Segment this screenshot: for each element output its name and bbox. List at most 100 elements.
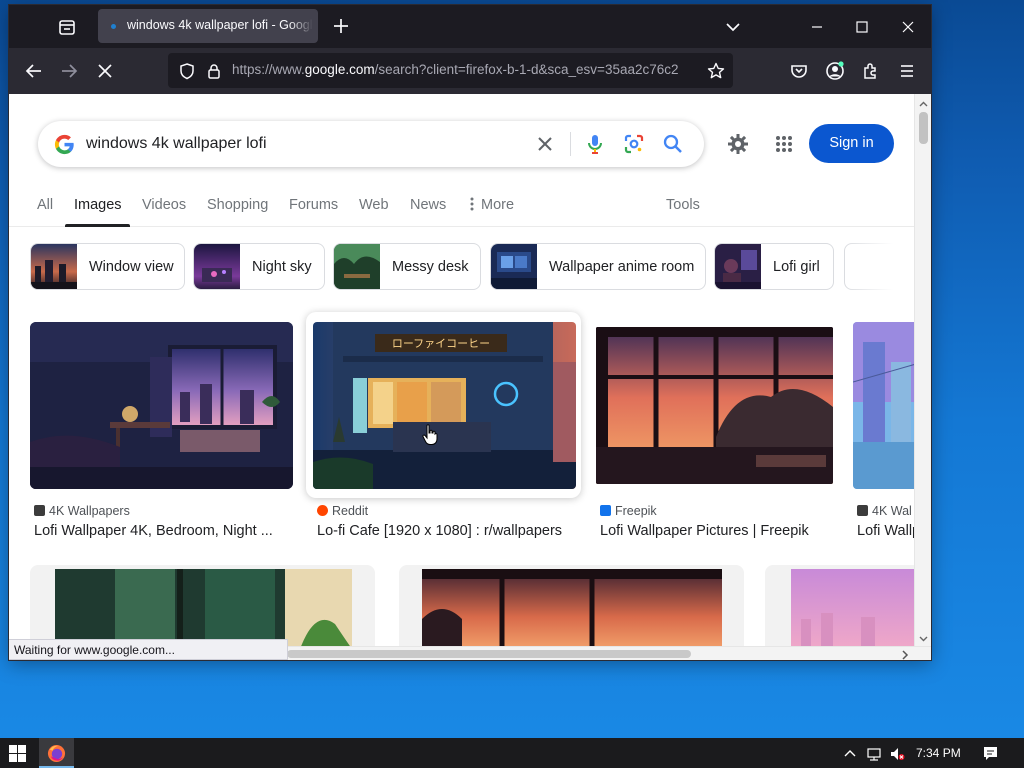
vertical-scrollbar[interactable] — [914, 94, 931, 646]
scroll-down-icon[interactable] — [918, 631, 929, 642]
result-source-label: 4K Wal — [872, 504, 912, 518]
tab-more[interactable]: More — [470, 197, 514, 215]
pocket-icon[interactable] — [788, 60, 810, 82]
chip-label: Night sky — [252, 259, 312, 275]
tools-button[interactable]: Tools — [666, 197, 700, 213]
lock-icon[interactable] — [205, 62, 223, 80]
apps-grid-icon[interactable] — [773, 133, 795, 155]
address-bar[interactable]: https://www.google.com/search?client=fir… — [168, 53, 733, 88]
result-image-pink-city[interactable] — [791, 569, 914, 646]
tab-forums[interactable]: Forums — [289, 197, 338, 213]
searchbox-divider — [570, 132, 571, 156]
windows-start-icon[interactable] — [9, 745, 26, 762]
4k-wallpapers-favicon-icon — [34, 505, 45, 516]
url-domain: google.com — [304, 62, 375, 77]
gear-icon[interactable] — [726, 132, 750, 156]
result-title[interactable]: Lofi Wallp — [857, 523, 914, 539]
back-button[interactable] — [23, 60, 45, 82]
chip-wallpaper-anime-room[interactable]: Wallpaper anime room — [490, 243, 706, 290]
chip-thumbnail — [31, 244, 77, 289]
vertical-scroll-thumb[interactable] — [919, 112, 928, 144]
active-tab-indicator — [65, 224, 130, 227]
tab-shopping[interactable]: Shopping — [207, 197, 268, 213]
chips-fade-overlay — [844, 243, 914, 290]
volume-muted-icon[interactable] — [889, 746, 905, 762]
firefox-taskbar-button[interactable] — [39, 738, 74, 768]
bookmark-star-icon[interactable] — [706, 61, 726, 81]
menu-icon[interactable] — [896, 60, 918, 82]
tracking-protection-shield-icon[interactable] — [178, 62, 196, 80]
chip-messy-desk[interactable]: Messy desk — [333, 243, 481, 290]
google-images-page: Sign in All Images Videos Shopping Forum… — [9, 94, 914, 646]
network-icon[interactable] — [866, 746, 882, 762]
result-title[interactable]: Lo-fi Cafe [1920 x 1080] : r/wallpapers — [317, 523, 582, 539]
chip-label: Window view — [89, 259, 174, 275]
result-image-partial[interactable] — [853, 322, 914, 489]
tab-web[interactable]: Web — [359, 197, 389, 213]
result-image-bedroom[interactable] — [30, 322, 293, 489]
chip-thumbnail — [194, 244, 240, 289]
freepik-favicon-icon — [600, 505, 611, 516]
result-source[interactable]: Reddit — [317, 504, 368, 518]
tab-google-search[interactable]: windows 4k wallpaper lofi - Google Searc… — [98, 9, 318, 43]
chip-night-sky[interactable]: Night sky — [193, 243, 325, 290]
result-title[interactable]: Lofi Wallpaper 4K, Bedroom, Night ... — [34, 523, 289, 539]
result-image-sunset-room[interactable] — [596, 327, 833, 484]
result-source[interactable]: Freepik — [600, 504, 657, 518]
url-text[interactable]: https://www.google.com/search?client=fir… — [232, 62, 700, 77]
status-panel: Waiting for www.google.com... — [9, 639, 288, 660]
horizontal-scroll-thumb[interactable] — [287, 650, 691, 658]
microphone-icon[interactable] — [583, 132, 607, 156]
tab-videos[interactable]: Videos — [142, 197, 186, 213]
stop-loading-button[interactable] — [94, 60, 116, 82]
maximize-button[interactable] — [851, 16, 873, 38]
clear-search-icon[interactable] — [534, 133, 556, 155]
scroll-up-icon[interactable] — [918, 97, 929, 108]
result-source-label: 4K Wallpapers — [49, 504, 130, 518]
url-prefix: https://www. — [232, 62, 305, 77]
chip-label: Lofi girl — [773, 259, 820, 275]
result-source[interactable]: 4K Wal — [857, 504, 914, 518]
chevron-up-icon[interactable] — [842, 746, 858, 762]
chip-lofi-girl[interactable]: Lofi girl — [714, 243, 834, 290]
tab-bar: windows 4k wallpaper lofi - Google Searc… — [9, 5, 931, 48]
taskbar: 7:34 PM — [0, 738, 1024, 768]
navigation-toolbar: https://www.google.com/search?client=fir… — [9, 48, 931, 94]
google-g-icon — [53, 133, 76, 156]
sign-in-button[interactable]: Sign in — [809, 124, 894, 163]
minimize-button[interactable] — [806, 16, 828, 38]
tab-images[interactable]: Images — [74, 197, 122, 213]
result-image-sunset-window[interactable] — [422, 569, 722, 646]
scroll-right-icon[interactable] — [899, 648, 911, 660]
google-lens-icon[interactable] — [622, 132, 646, 156]
chip-window-view[interactable]: Window view — [30, 243, 185, 290]
chip-thumbnail — [491, 244, 537, 289]
chip-label: Messy desk — [392, 259, 469, 275]
extensions-icon[interactable] — [860, 60, 882, 82]
search-type-tabs: All Images Videos Shopping Forums Web Ne… — [9, 184, 914, 227]
search-icon[interactable] — [661, 132, 685, 156]
chip-label: Wallpaper anime room — [549, 259, 695, 275]
result-image-forest-window[interactable] — [55, 569, 352, 646]
tab-all[interactable]: All — [37, 197, 53, 213]
chip-thumbnail — [334, 244, 380, 289]
close-window-button[interactable] — [897, 16, 919, 38]
mouse-pointer-icon — [422, 424, 438, 446]
new-tab-button[interactable] — [330, 15, 352, 37]
result-source-label: Freepik — [615, 504, 657, 518]
search-input[interactable] — [86, 132, 506, 156]
reddit-favicon-icon — [317, 505, 328, 516]
notification-icon[interactable] — [982, 745, 999, 762]
tab-title: windows 4k wallpaper lofi - Google Searc… — [127, 18, 313, 32]
account-icon[interactable] — [824, 60, 846, 82]
result-source-label: Reddit — [332, 504, 369, 518]
result-title[interactable]: Lofi Wallpaper Pictures | Freepik — [600, 523, 840, 539]
list-all-tabs-button[interactable] — [722, 16, 744, 38]
result-image-lofi-cafe[interactable]: ローファイコーヒー — [313, 322, 576, 489]
result-source[interactable]: 4K Wallpapers — [34, 504, 130, 518]
search-box[interactable] — [38, 121, 704, 167]
tab-news[interactable]: News — [410, 197, 446, 213]
taskbar-clock[interactable]: 7:34 PM — [916, 746, 961, 760]
firefox-view-icon[interactable] — [56, 16, 78, 38]
forward-button[interactable] — [58, 60, 80, 82]
